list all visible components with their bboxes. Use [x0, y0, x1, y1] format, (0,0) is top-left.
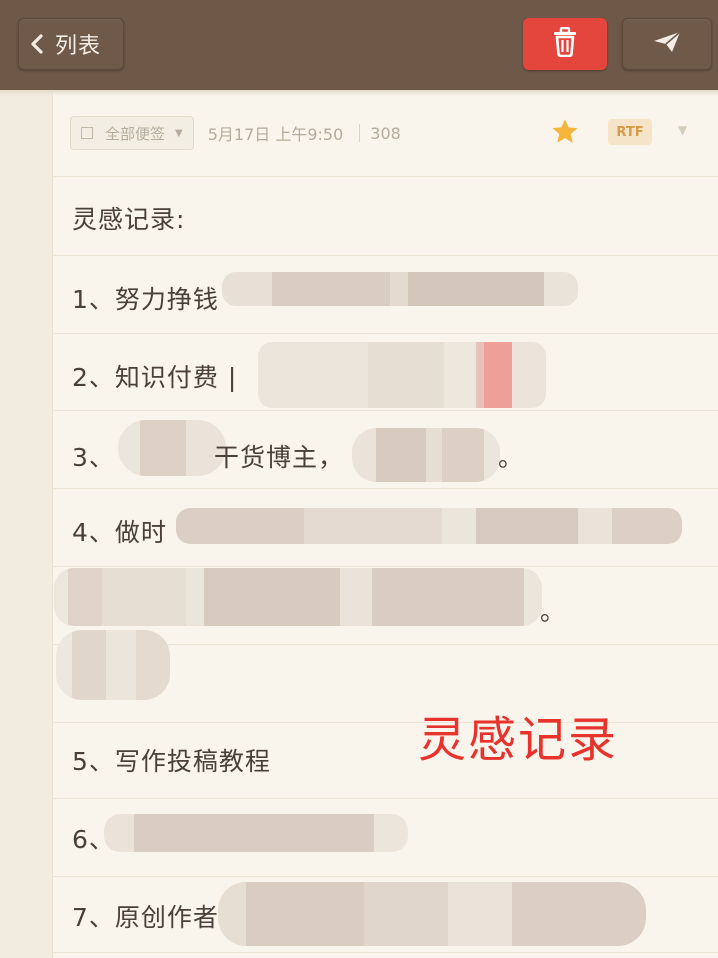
list-item-text: 。 [540, 597, 567, 626]
back-button-label: 列表 [55, 34, 102, 59]
note-rule [52, 488, 718, 489]
send-button[interactable] [622, 18, 712, 70]
star-icon[interactable] [550, 117, 580, 151]
note-rule [52, 566, 718, 567]
more-options-icon[interactable]: ▼ [678, 123, 687, 137]
list-item-text: 干货博主， [214, 443, 345, 472]
note-rule [52, 798, 718, 799]
redaction-blur [176, 508, 682, 544]
folder-label: 全部便签 [105, 124, 166, 143]
note-date: 5月17日 上午9:50 [207, 125, 344, 144]
format-badge[interactable]: RTF [608, 119, 652, 145]
redaction-blur [54, 568, 542, 626]
note-meta-bar: 全部便签 ▼ 5月17日 上午9:50 308 RTF ▼ [70, 115, 710, 151]
note-rule [52, 255, 718, 256]
paper-plane-icon [652, 30, 682, 58]
folder-selector[interactable]: 全部便签 ▼ [70, 116, 194, 150]
redaction-blur [56, 630, 170, 700]
delete-button[interactable] [523, 18, 607, 70]
note-rule [52, 722, 718, 723]
list-item: 7、原创作者 [72, 903, 219, 932]
list-item: 5、写作投稿教程 [72, 747, 271, 776]
note-rule [52, 333, 718, 334]
redaction-blur [258, 342, 546, 408]
redaction-blur [104, 814, 408, 852]
list-item: 1、努力挣钱 [72, 285, 219, 314]
note-heading: 灵感记录: [72, 205, 186, 234]
redaction-blur [218, 882, 646, 946]
redaction-blur [222, 272, 578, 306]
list-item: 4、做时 [72, 518, 167, 547]
toolbar-shadow [0, 90, 718, 96]
note-rule [52, 176, 718, 177]
chevron-down-icon: ▼ [175, 127, 183, 139]
redaction-blur [352, 428, 500, 482]
note-rule [52, 876, 718, 877]
note-rule [52, 410, 718, 411]
watermark-caption: 灵感记录 [418, 712, 619, 768]
chevron-left-icon [19, 34, 55, 54]
paper-left-margin [0, 90, 53, 958]
back-to-list-button[interactable]: 列表 [18, 18, 124, 70]
note-rule [52, 952, 718, 953]
redaction-blur [118, 420, 226, 476]
meta-divider [359, 124, 361, 142]
word-count: 308 [370, 123, 401, 143]
top-toolbar: 列表 [0, 0, 718, 90]
trash-icon [552, 26, 578, 61]
list-item: 3、 [72, 443, 115, 472]
list-item: 2、知识付费 | [72, 363, 238, 392]
folder-icon [81, 127, 93, 139]
list-item-text: 。 [498, 443, 525, 472]
